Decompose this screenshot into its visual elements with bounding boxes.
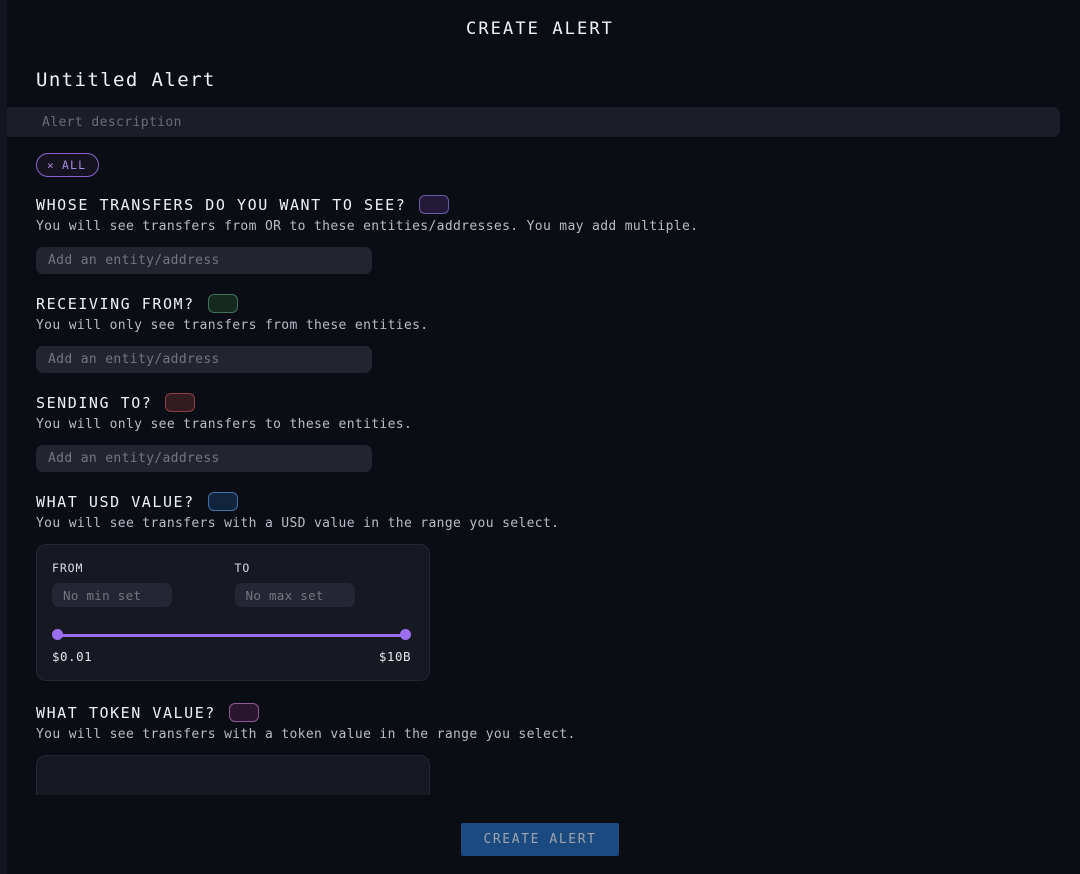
usd-range-slider[interactable] <box>52 629 411 641</box>
color-swatch-magenta[interactable] <box>228 703 259 722</box>
filter-chip-row: × ALL <box>36 153 1080 177</box>
section-header: WHOSE TRANSFERS DO YOU WANT TO SEE? <box>36 195 1080 214</box>
close-icon[interactable]: × <box>47 160 55 171</box>
section-title: SENDING TO? <box>36 393 153 412</box>
usd-range-card: FROM TO $0.01 <box>36 544 430 681</box>
create-alert-modal: CREATE ALERT Untitled Alert × ALL WHOSE … <box>0 0 1080 874</box>
entity-address-input-whose[interactable] <box>36 247 372 274</box>
modal-footer: CREATE ALERT <box>0 805 1080 874</box>
section-header: SENDING TO? <box>36 393 1080 412</box>
color-swatch-purple[interactable] <box>419 195 450 214</box>
usd-range-fields: FROM TO <box>52 561 411 607</box>
usd-max-input[interactable] <box>234 583 355 607</box>
create-alert-button[interactable]: CREATE ALERT <box>461 823 619 856</box>
section-title: WHAT USD VALUE? <box>36 492 195 511</box>
slider-max-label: $10B <box>378 649 411 664</box>
entity-address-input-sending[interactable] <box>36 445 372 472</box>
chip-all[interactable]: × ALL <box>36 153 100 177</box>
token-range-card-clipped <box>36 755 430 795</box>
section-subtitle: You will only see transfers from these e… <box>36 318 429 333</box>
to-label: TO <box>234 561 251 575</box>
slider-min-label: $0.01 <box>52 649 93 664</box>
section-header: WHAT TOKEN VALUE? <box>36 703 1080 722</box>
slider-track <box>57 634 406 637</box>
left-edge-gutter <box>0 0 7 874</box>
section-whose-transfers: WHOSE TRANSFERS DO YOU WANT TO SEE? You … <box>36 195 1080 274</box>
chip-label: ALL <box>61 158 87 172</box>
section-title: WHOSE TRANSFERS DO YOU WANT TO SEE? <box>36 195 407 214</box>
section-usd-value: WHAT USD VALUE? You will see transfers w… <box>36 492 1080 681</box>
usd-min-input[interactable] <box>52 583 172 607</box>
page-title: CREATE ALERT <box>465 18 615 39</box>
section-subtitle: You will only see transfers to these ent… <box>36 417 413 432</box>
section-sending-to: SENDING TO? You will only see transfers … <box>36 393 1080 472</box>
section-header: WHAT USD VALUE? <box>36 492 1080 511</box>
color-swatch-red[interactable] <box>165 393 196 412</box>
section-token-value: WHAT TOKEN VALUE? You will see transfers… <box>36 703 1080 795</box>
entity-address-input-receiving[interactable] <box>36 346 372 373</box>
usd-to-column: TO <box>232 561 412 607</box>
color-swatch-green[interactable] <box>207 294 238 313</box>
slider-handle-min[interactable] <box>52 629 63 640</box>
section-receiving-from: RECEIVING FROM? You will only see transf… <box>36 294 1080 373</box>
usd-slider-bounds: $0.01 $10B <box>52 649 411 664</box>
usd-from-column: FROM <box>52 561 232 607</box>
form-content: Untitled Alert × ALL WHOSE TRANSFERS DO … <box>0 57 1080 802</box>
section-subtitle: You will see transfers with a token valu… <box>36 727 576 742</box>
modal-scroll-area[interactable]: Untitled Alert × ALL WHOSE TRANSFERS DO … <box>0 57 1080 805</box>
section-title: WHAT TOKEN VALUE? <box>36 703 216 722</box>
section-title: RECEIVING FROM? <box>36 294 195 313</box>
alert-name-field[interactable]: Untitled Alert <box>36 69 216 91</box>
alert-description-input[interactable] <box>0 107 1060 137</box>
slider-handle-max[interactable] <box>400 629 411 640</box>
section-header: RECEIVING FROM? <box>36 294 1080 313</box>
section-subtitle: You will see transfers from OR to these … <box>36 219 699 234</box>
color-swatch-blue[interactable] <box>207 492 238 511</box>
section-subtitle: You will see transfers with a USD value … <box>36 516 560 531</box>
modal-header: CREATE ALERT <box>0 0 1080 57</box>
from-label: FROM <box>52 561 84 575</box>
